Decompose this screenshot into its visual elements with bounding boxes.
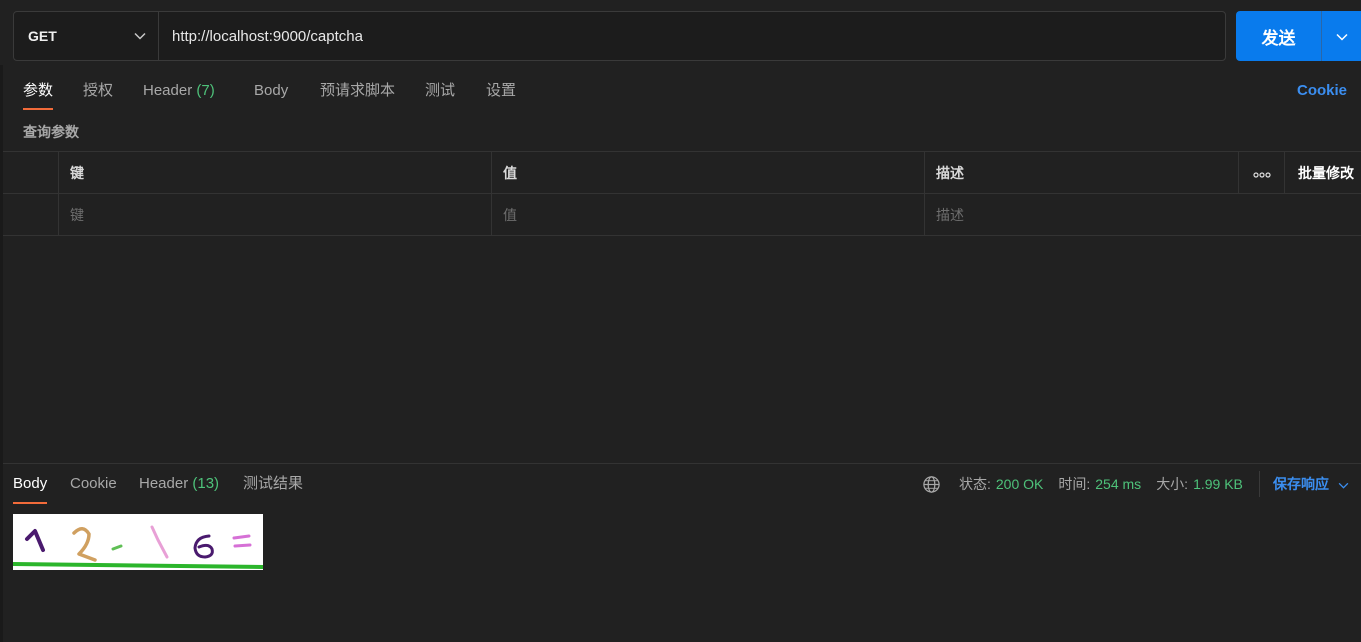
captcha-image: [13, 514, 263, 570]
tab-params[interactable]: 参数: [23, 72, 54, 110]
response-meta: 状态: 200 OK 时间: 254 ms 大小: 1.99 KB: [922, 464, 1258, 504]
tab-label: Body: [13, 475, 48, 492]
key-column-header: 键: [59, 152, 492, 193]
tab-pre-request-script[interactable]: 预请求脚本: [320, 72, 395, 110]
method-selector[interactable]: GET: [14, 12, 159, 60]
send-button[interactable]: 发送: [1236, 11, 1321, 61]
request-url-bar: GET http://localhost:9000/captcha: [13, 11, 1226, 61]
tab-response-body[interactable]: Body: [13, 464, 48, 504]
tab-label: 测试结果: [243, 475, 304, 492]
description-input[interactable]: 描述: [925, 194, 1239, 235]
url-input[interactable]: http://localhost:9000/captcha: [159, 28, 363, 45]
send-button-group: 发送: [1236, 11, 1361, 61]
request-tabs: 参数 授权 Header (7) Body 预请求脚本 测试 设置: [0, 72, 1361, 110]
value-column-header: 值: [492, 152, 925, 193]
status-value: 200 OK: [995, 476, 1044, 492]
chevron-down-icon: [1335, 28, 1348, 44]
tab-body[interactable]: Body: [254, 72, 288, 110]
row-checkbox-cell: [3, 194, 59, 235]
more-icon: [1252, 165, 1271, 181]
globe-icon[interactable]: [922, 475, 941, 494]
tab-label: Body: [254, 82, 289, 99]
tab-count: (7): [196, 82, 215, 99]
tab-label: 预请求脚本: [320, 82, 396, 99]
status-label: 状态:: [959, 476, 991, 492]
save-response-button[interactable]: 保存响应: [1259, 471, 1349, 497]
time-value: 254 ms: [1095, 476, 1142, 492]
method-label: GET: [28, 28, 57, 44]
status-info[interactable]: 状态: 200 OK: [959, 474, 1043, 494]
tab-header[interactable]: Header (7): [143, 72, 215, 110]
chevron-down-icon: [134, 32, 146, 40]
tab-label: Cookie: [70, 475, 117, 492]
tab-label: 测试: [425, 82, 456, 99]
send-options-button[interactable]: [1321, 11, 1361, 61]
value-input[interactable]: 值: [492, 194, 925, 235]
key-input[interactable]: 键: [59, 194, 492, 235]
tab-settings[interactable]: 设置: [486, 72, 516, 110]
bulk-edit-button[interactable]: 批量修改: [1285, 152, 1361, 193]
chevron-down-icon: [1329, 476, 1349, 492]
params-input-row: 键 值 描述: [3, 194, 1361, 236]
tab-label: 参数: [23, 82, 54, 99]
time-info[interactable]: 时间: 254 ms: [1058, 474, 1141, 494]
tab-label: 授权: [83, 82, 114, 99]
tab-tests[interactable]: 测试: [425, 72, 455, 110]
more-options-button[interactable]: [1239, 152, 1285, 193]
captcha-drawing: [13, 525, 263, 569]
tab-response-header[interactable]: Header (13): [139, 464, 219, 504]
query-params-title: 查询参数: [23, 124, 79, 140]
params-table: 键 值 描述 批量修改 键 值 描述: [3, 151, 1361, 236]
tab-response-cookie[interactable]: Cookie: [70, 464, 117, 504]
time-label: 时间:: [1058, 476, 1091, 492]
checkbox-column-header: [3, 152, 59, 193]
size-value: 1.99 KB: [1193, 476, 1243, 492]
save-response-label: 保存响应: [1273, 476, 1329, 492]
size-info[interactable]: 大小: 1.99 KB: [1156, 474, 1243, 494]
tab-label: Header: [139, 475, 189, 492]
params-header-row: 键 值 描述 批量修改: [3, 152, 1361, 194]
tab-test-results[interactable]: 测试结果: [243, 464, 303, 504]
size-label: 大小:: [1156, 476, 1189, 492]
tab-auth[interactable]: 授权: [83, 72, 113, 110]
tab-count: (13): [192, 475, 220, 492]
description-column-header: 描述: [925, 152, 1239, 193]
cookie-link[interactable]: Cookie: [1297, 72, 1347, 110]
tab-label: Header: [143, 82, 193, 99]
tab-label: 设置: [486, 82, 517, 99]
